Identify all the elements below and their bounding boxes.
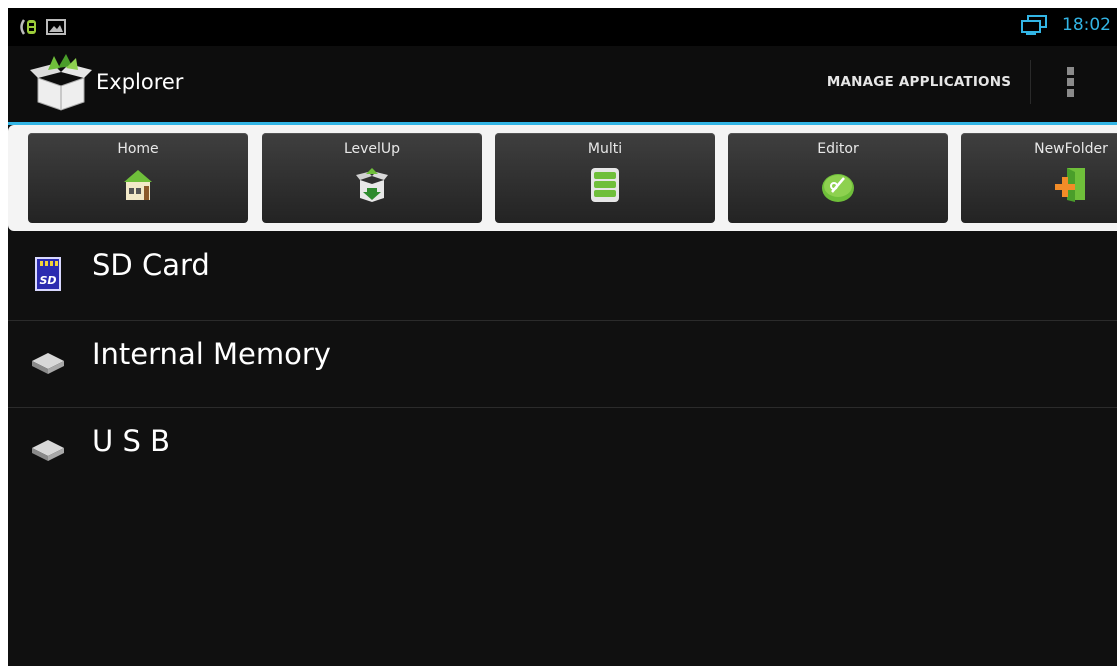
internal-memory-drive-icon <box>32 353 64 374</box>
level-up-icon <box>356 168 388 202</box>
multi-label: Multi <box>587 141 623 157</box>
new-folder-button[interactable]: NewFolder <box>961 133 1117 223</box>
action-bar: Explorer MANAGE APPLICATIONS <box>8 46 1117 125</box>
multi-button[interactable]: Multi <box>495 133 715 223</box>
editor-icon <box>822 174 854 202</box>
storage-item-usb[interactable]: U S B <box>8 408 1117 494</box>
home-button[interactable]: Home <box>28 133 248 223</box>
home-icon <box>124 170 152 200</box>
storage-item-sd-card[interactable]: SD SD Card <box>8 234 1117 321</box>
storage-item-label: U S B <box>92 424 170 458</box>
image-notification-icon <box>46 19 66 35</box>
explorer-box-icon[interactable] <box>28 52 94 112</box>
status-icons-right: 18:02 <box>1020 14 1111 36</box>
new-folder-icon <box>1055 168 1085 202</box>
storage-item-label: Internal Memory <box>92 337 331 371</box>
network-connected-icon <box>1021 15 1047 35</box>
storage-item-internal-memory[interactable]: Internal Memory <box>8 321 1117 408</box>
home-label: Home <box>117 141 159 157</box>
usb-drive-icon <box>32 440 64 461</box>
status-bar: 18:02 <box>8 8 1117 46</box>
overflow-menu-icon[interactable] <box>1058 60 1082 104</box>
manage-applications-button[interactable]: MANAGE APPLICATIONS <box>808 60 1031 104</box>
manage-applications-label: MANAGE APPLICATIONS <box>826 74 1012 90</box>
level-up-label: LevelUp <box>343 141 401 157</box>
editor-label: Editor <box>817 141 859 157</box>
usb-debug-icon <box>20 19 36 35</box>
editor-button[interactable]: Editor <box>728 133 948 223</box>
storage-item-label: SD Card <box>92 248 210 282</box>
svg-text:SD: SD <box>39 274 56 287</box>
toolbar: Home LevelUp Multi Editor NewFolder <box>8 125 1117 231</box>
sd-card-icon: SD <box>35 257 61 291</box>
status-icons-left <box>18 18 66 36</box>
new-folder-label: NewFolder <box>1034 141 1108 157</box>
app-title: Explorer <box>96 70 184 94</box>
multi-select-icon <box>591 168 619 202</box>
clock: 18:02 <box>1062 15 1111 35</box>
screen: 18:02 Explorer MANAGE APPLICATIONS Home <box>8 8 1117 666</box>
level-up-button[interactable]: LevelUp <box>262 133 482 223</box>
